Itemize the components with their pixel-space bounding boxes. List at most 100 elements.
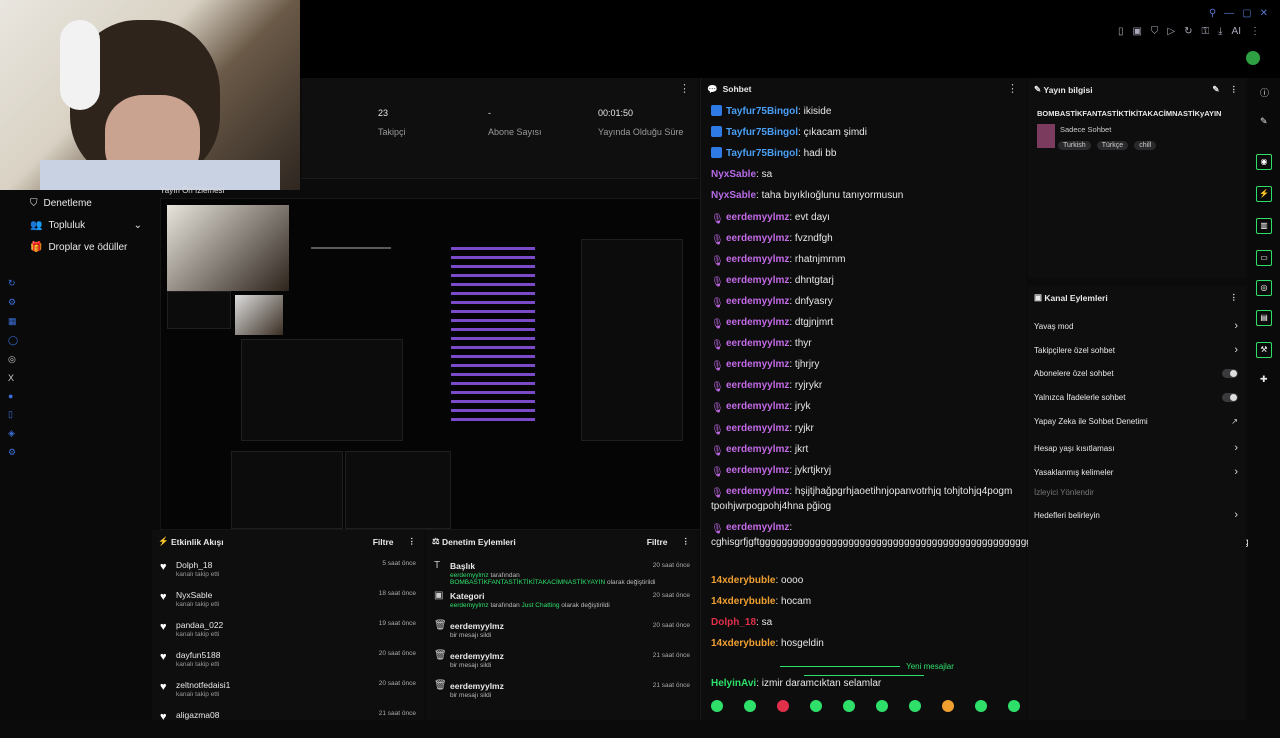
chat-message[interactable]: 🎙 eerdemyylmz: hşijtjhağpgrhjaoetihnjopan… [711, 484, 1021, 514]
menu-icon[interactable]: ⋮ [1250, 26, 1260, 37]
tag[interactable]: chill [1134, 141, 1157, 150]
download-icon[interactable]: ⤓ [1218, 26, 1222, 37]
channel-action-item[interactable]: Takipçilere özel sohbet › [1034, 344, 1238, 356]
chat-username[interactable]: eerdemyylmz [726, 380, 789, 391]
event-user[interactable]: Dolph_18 [176, 560, 212, 570]
moderation-menu-icon[interactable]: ⋮ [682, 536, 691, 547]
robot-icon[interactable]: ⚙ [8, 297, 18, 308]
actions-menu-icon[interactable]: ⋮ [1230, 292, 1239, 303]
chat-username[interactable]: eerdemyylmz [726, 444, 789, 455]
chat-menu-icon[interactable]: ⋮ [1007, 82, 1018, 95]
x-icon[interactable]: X [8, 373, 18, 383]
chat-message[interactable]: 🎙 eerdemyylmz: rhatnjmrnm [711, 252, 1021, 267]
toggle-switch[interactable] [1222, 393, 1238, 402]
minimize-icon[interactable]: — [1224, 8, 1234, 19]
chat-message[interactable]: 🎙 eerdemyylmz: tjhrjry [711, 357, 1021, 372]
moderation-row[interactable]: ▣ Kategori eerdemyylmz tarafından Just Cha… [434, 590, 690, 620]
refresh-icon[interactable]: ↻ [8, 278, 18, 289]
tag[interactable]: Turkish [1058, 141, 1091, 150]
emote-icon[interactable] [711, 700, 723, 712]
chat-message[interactable]: 🎙 eerdemyylmz: ryjrykr [711, 378, 1021, 393]
trash-icon[interactable]: ▥ [1256, 218, 1272, 234]
chat-message[interactable]: NyxSable: taha bıyıklıoğlunu tanıyormusu… [711, 188, 1021, 203]
chat-message[interactable]: NyxSable: sa [711, 167, 1021, 182]
chat-username[interactable]: eerdemyylmz [726, 212, 789, 223]
events-filter-button[interactable]: Filtre [373, 537, 394, 547]
toggle-switch[interactable] [1222, 369, 1238, 378]
chat-username[interactable]: Tayfur75Bingol [726, 127, 798, 138]
sidebar-item-denetleme[interactable]: ⛉ Denetleme [30, 198, 92, 209]
stats-menu-icon[interactable]: ⋮ [679, 82, 690, 95]
pin-icon[interactable]: ◈ [8, 428, 18, 439]
event-user[interactable]: dayfun5188 [176, 650, 220, 660]
channel-action-item[interactable]: Yavaş mod › [1034, 320, 1238, 332]
chat-message[interactable]: 🎙 eerdemyylmz: thyr [711, 336, 1021, 351]
emote-icon[interactable] [744, 700, 756, 712]
event-row[interactable]: ♥ zeltnotfedaisi1 kanalı takip etti 20 saat… [160, 678, 416, 708]
chat-message[interactable]: 🎙 eerdemyylmz: cghisgrfjgftgggggggggggggg… [711, 520, 1265, 550]
emote-icon[interactable] [843, 700, 855, 712]
circle-icon[interactable]: ● [8, 391, 18, 401]
broadcast-icon[interactable]: ◎ [1256, 280, 1272, 296]
event-user[interactable]: zeltnotfedaisi1 [176, 680, 230, 690]
help-icon[interactable]: ⓘ [1260, 86, 1269, 99]
event-user[interactable]: NyxSable [176, 590, 212, 600]
emote-icon[interactable] [975, 700, 987, 712]
emote-icon[interactable] [909, 700, 921, 712]
refresh-icon[interactable]: ↻ [1184, 26, 1192, 37]
actor-name[interactable]: eerdemyylmz [450, 572, 489, 579]
channel-action-item[interactable]: Hesap yaşı kısıtlaması › [1034, 442, 1238, 454]
chat-username[interactable]: NyxSable [711, 169, 756, 180]
chat-message[interactable]: 14xderybuble: hosgeldin [711, 636, 1021, 651]
event-row[interactable]: ♥ Dolph_18 kanalı takip etti 5 saat önce [160, 558, 416, 588]
bookmark-icon[interactable]: ▯ [1118, 26, 1124, 37]
new-messages-divider[interactable]: Yeni mesajlar [709, 662, 1019, 680]
chat-username[interactable]: eerdemyylmz [726, 465, 789, 476]
chat-message[interactable]: 14xderybuble: oooo [711, 573, 1021, 588]
chat-message[interactable]: 🎙 eerdemyylmz: jykrtjkryj [711, 463, 1021, 478]
chat-username[interactable]: eerdemyylmz [726, 233, 789, 244]
moderation-row[interactable]: 🗑 eerdemyylmz bir mesajı sildi 20 saat önce [434, 620, 690, 650]
events-menu-icon[interactable]: ⋮ [408, 536, 417, 547]
chat-message[interactable]: 14xderybuble: hocam [711, 594, 1021, 609]
moderation-row[interactable]: 🗑 eerdemyylmz bir mesajı sildi 21 saat önce [434, 650, 690, 680]
sidebar-item-droplar[interactable]: 🎁 Droplar ve ödüller [30, 242, 127, 253]
info-menu-icon[interactable]: ⋮ [1230, 84, 1239, 95]
lock-icon[interactable]: ⚿ [1202, 26, 1210, 37]
chat-username[interactable]: eerdemyylmz [726, 522, 789, 533]
moderation-row[interactable]: 🗑 eerdemyylmz bir mesajı sildi 21 saat önce [434, 680, 690, 710]
tag[interactable]: Türkçe [1096, 141, 1129, 150]
actor-name[interactable]: eerdemyylmz [450, 602, 489, 609]
chat-message[interactable]: 🎙 eerdemyylmz: evt dayı [711, 210, 1021, 225]
moderation-row[interactable]: T Başlık eerdemyylmz tarafından BOMBASTİKF… [434, 560, 690, 590]
chat-message[interactable]: 🎙 eerdemyylmz: jkrt [711, 442, 1021, 457]
event-row[interactable]: ♥ pandaa_022 kanalı takip etti 19 saat önce [160, 618, 416, 648]
chat-message[interactable]: Tayfur75Bingol: hadi bb [711, 146, 1021, 161]
play-icon[interactable]: ▷ [1167, 26, 1175, 37]
channel-action-item[interactable]: Yapay Zeka ile Sohbet Denetimi ↗ [1034, 417, 1238, 426]
edit-icon[interactable]: ✎ [1212, 84, 1219, 95]
camera-icon[interactable]: ◉ [1256, 154, 1272, 170]
chat-message[interactable]: Dolph_18: sa [711, 615, 1021, 630]
chat-message[interactable]: 🎙 eerdemyylmz: ryjkr [711, 421, 1021, 436]
emote-icon[interactable] [1008, 700, 1020, 712]
channel-action-item[interactable]: Hedefleri belirleyin › [1034, 509, 1238, 521]
phone-icon[interactable]: ▯ [8, 409, 18, 420]
chat-message[interactable]: Tayfur75Bingol: çıkacam şimdi [711, 125, 1021, 140]
chat-username[interactable]: 14xderybuble [711, 638, 775, 649]
chat-username[interactable]: Dolph_18 [711, 617, 756, 628]
maximize-icon[interactable]: ▢ [1242, 8, 1251, 19]
avatar[interactable] [1246, 51, 1260, 65]
event-row[interactable]: ♥ aligazma08 21 saat önce [160, 708, 416, 738]
pencil-icon[interactable]: ✎ [1260, 116, 1268, 127]
event-user[interactable]: aligazma08 [176, 710, 219, 720]
chat-message[interactable]: 🎙 eerdemyylmz: dnfyasry [711, 294, 1021, 309]
grid-icon[interactable]: ▤ [1256, 310, 1272, 326]
chat-username[interactable]: Tayfur75Bingol [726, 148, 798, 159]
chat-message[interactable]: 🎙 eerdemyylmz: dtgjnjmrt [711, 315, 1021, 330]
chat-username[interactable]: eerdemyylmz [726, 254, 789, 265]
chat-username[interactable]: NyxSable [711, 190, 756, 201]
shield-icon[interactable]: ⛉ [1151, 26, 1159, 37]
event-user[interactable]: pandaa_022 [176, 620, 223, 630]
stream-preview[interactable] [160, 198, 702, 530]
